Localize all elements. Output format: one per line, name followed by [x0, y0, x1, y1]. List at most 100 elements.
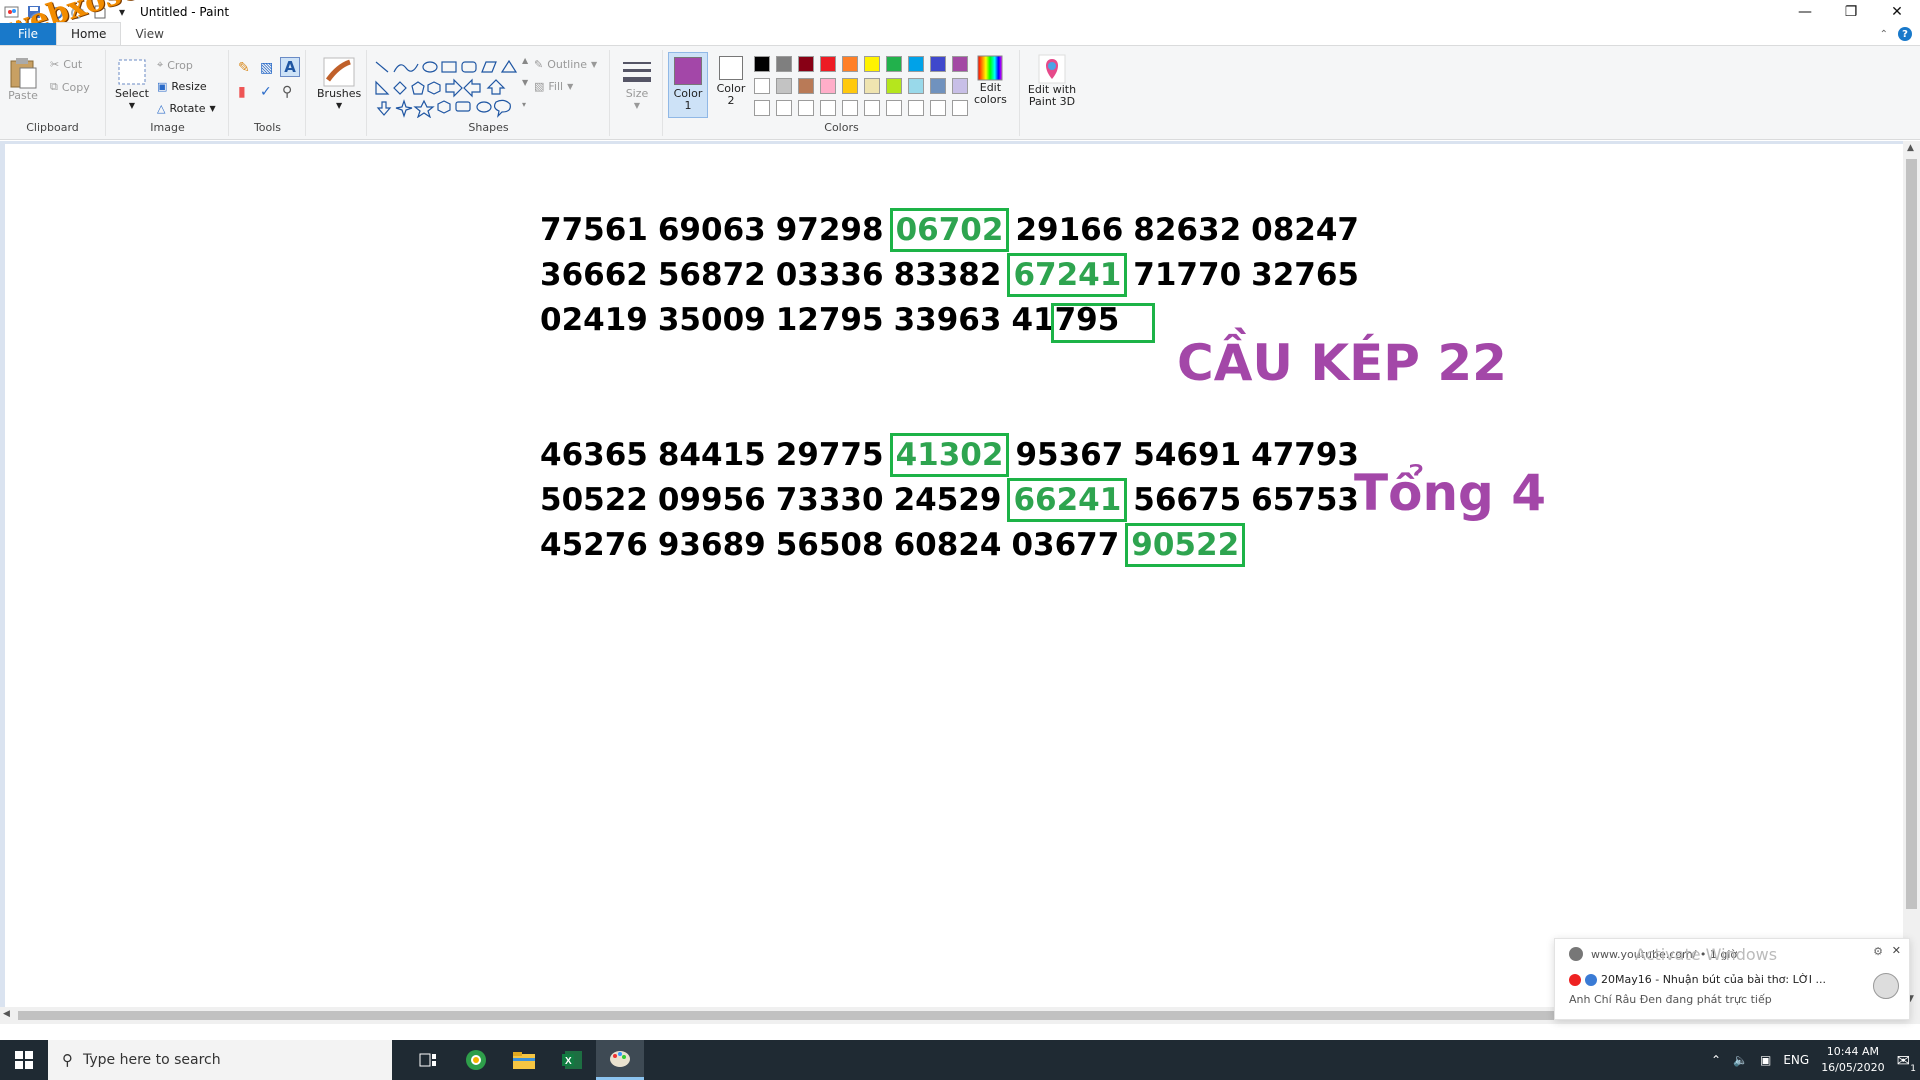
close-button[interactable]: ✕: [1874, 0, 1920, 24]
fill-bucket-icon[interactable]: ▧: [260, 60, 273, 76]
palette-swatch[interactable]: [930, 56, 946, 72]
shapes-group: ▲ ▼ ▾ ✎ Outline ▼ ▧ Fill ▼ Shapes: [368, 50, 610, 136]
palette-swatch[interactable]: [864, 56, 880, 72]
show-hidden-icons-chevron-icon[interactable]: ⌃: [1711, 1053, 1721, 1067]
shapes-gallery[interactable]: [372, 58, 528, 118]
palette-swatch[interactable]: [908, 100, 924, 116]
help-icon[interactable]: ?: [1898, 27, 1912, 41]
palette-swatch[interactable]: [842, 56, 858, 72]
palette-swatch[interactable]: [908, 56, 924, 72]
palette-swatch[interactable]: [754, 78, 770, 94]
color1-button[interactable]: Color 1: [668, 52, 708, 118]
task-view-icon[interactable]: [404, 1040, 452, 1080]
vertical-scrollbar[interactable]: ▲ ▼: [1903, 141, 1920, 1024]
coccoc-browser-icon[interactable]: [452, 1040, 500, 1080]
network-icon[interactable]: ▣: [1760, 1053, 1771, 1067]
palette-swatch[interactable]: [886, 100, 902, 116]
palette-swatch[interactable]: [886, 56, 902, 72]
tab-view[interactable]: View: [121, 23, 177, 45]
palette-swatch[interactable]: [798, 56, 814, 72]
excel-icon[interactable]: X: [548, 1040, 596, 1080]
select-button[interactable]: Select ▼: [115, 56, 149, 112]
palette-swatch[interactable]: [842, 78, 858, 94]
outline-button[interactable]: ✎ Outline ▼: [534, 58, 597, 71]
outline-label: Outline: [547, 58, 588, 71]
collapse-ribbon-chevron-icon[interactable]: ⌃: [1880, 29, 1888, 40]
taskbar-search-box[interactable]: ⚲ Type here to search: [48, 1040, 392, 1080]
paint-taskbar-icon[interactable]: [596, 1040, 644, 1080]
palette-swatch[interactable]: [952, 56, 968, 72]
text-tool-icon[interactable]: A: [280, 57, 300, 77]
empty-highlight-box: [1051, 303, 1155, 343]
palette-swatch[interactable]: [754, 56, 770, 72]
fill-button[interactable]: ▧ Fill ▼: [534, 80, 573, 93]
color2-button[interactable]: Color 2: [712, 56, 750, 107]
palette-swatch[interactable]: [820, 56, 836, 72]
palette-swatch[interactable]: [908, 78, 924, 94]
number-row: 36662 56872 03336 83382 67241 71770 32765: [540, 253, 1369, 297]
palette-swatch[interactable]: [820, 100, 836, 116]
number: 45276: [540, 527, 648, 563]
palette-swatch[interactable]: [798, 100, 814, 116]
palette-swatch[interactable]: [776, 78, 792, 94]
maximize-button[interactable]: ❐: [1828, 0, 1874, 24]
color-palette: [754, 56, 974, 118]
shapes-expand-icon[interactable]: ▾: [522, 100, 526, 109]
scissors-icon: ✂: [50, 58, 60, 71]
edit-colors-button[interactable]: Edit colors: [974, 54, 1007, 106]
number: 60824: [893, 527, 1002, 563]
speaker-icon[interactable]: 🔈: [1733, 1053, 1748, 1067]
youtube-notification[interactable]: www.youtube.com/ • 1 giờ Activate Window…: [1554, 938, 1910, 1020]
cut-button[interactable]: ✂ Cut: [50, 58, 82, 71]
scroll-left-icon[interactable]: ◀: [3, 1009, 10, 1019]
palette-swatch[interactable]: [776, 56, 792, 72]
color-picker-icon[interactable]: ✓: [260, 84, 272, 100]
drawing-canvas[interactable]: 77561 69063 97298 06702 29166 82632 08247 3666…: [5, 144, 1903, 1020]
shapes-scroll-up-icon[interactable]: ▲: [522, 56, 528, 65]
palette-swatch[interactable]: [864, 78, 880, 94]
palette-swatch[interactable]: [820, 78, 836, 94]
palette-swatch[interactable]: [930, 78, 946, 94]
rotate-label: Rotate: [169, 102, 206, 115]
brushes-button[interactable]: Brushes ▼: [317, 56, 361, 112]
vertical-scroll-thumb[interactable]: [1906, 159, 1917, 909]
size-button[interactable]: Size ▼: [621, 58, 653, 112]
notification-settings-gear-icon[interactable]: ⚙: [1873, 945, 1883, 958]
palette-swatch[interactable]: [886, 78, 902, 94]
input-language[interactable]: ENG: [1783, 1053, 1809, 1067]
magnifier-icon[interactable]: ⚲: [282, 84, 292, 100]
copy-button[interactable]: ⧉ Copy: [50, 80, 90, 94]
edit-with-paint3d-button[interactable]: Edit with Paint 3D: [1025, 54, 1079, 108]
palette-swatch[interactable]: [798, 78, 814, 94]
tab-home[interactable]: Home: [56, 22, 122, 45]
number: 84415: [657, 437, 766, 473]
palette-swatch[interactable]: [776, 100, 792, 116]
clock-date: 16/05/2020: [1821, 1061, 1885, 1074]
cut-label: Cut: [63, 58, 83, 71]
palette-swatch[interactable]: [930, 100, 946, 116]
resize-button[interactable]: ▣ Resize: [157, 80, 207, 93]
pencil-icon[interactable]: ✎: [238, 60, 250, 76]
crop-button[interactable]: ⌖ Crop: [157, 58, 193, 72]
select-dropdown-chevron-icon: ▼: [128, 101, 136, 110]
paste-button[interactable]: Paste: [8, 56, 38, 102]
tab-file[interactable]: File: [0, 23, 56, 45]
file-explorer-icon[interactable]: [500, 1040, 548, 1080]
action-center-icon[interactable]: ✉ 1: [1897, 1051, 1916, 1074]
palette-swatch[interactable]: [952, 100, 968, 116]
palette-swatch[interactable]: [864, 100, 880, 116]
scroll-up-icon[interactable]: ▲: [1907, 143, 1914, 153]
eraser-icon[interactable]: ▮: [238, 84, 246, 100]
start-button[interactable]: [0, 1040, 48, 1080]
clock[interactable]: 10:44 AM 16/05/2020: [1821, 1044, 1884, 1076]
palette-swatch[interactable]: [952, 78, 968, 94]
number-row: 50522 09956 73330 24529 66241 56675 65753: [540, 478, 1369, 522]
notification-close-icon[interactable]: ✕: [1892, 944, 1901, 957]
shapes-scroll-down-icon[interactable]: ▼: [522, 78, 528, 87]
color-spectrum-icon: [977, 55, 1003, 81]
live-red-dot-icon: [1569, 973, 1581, 986]
palette-swatch[interactable]: [754, 100, 770, 116]
palette-swatch[interactable]: [842, 100, 858, 116]
minimize-button[interactable]: —: [1782, 0, 1828, 24]
rotate-button[interactable]: △ Rotate ▼: [157, 102, 216, 115]
